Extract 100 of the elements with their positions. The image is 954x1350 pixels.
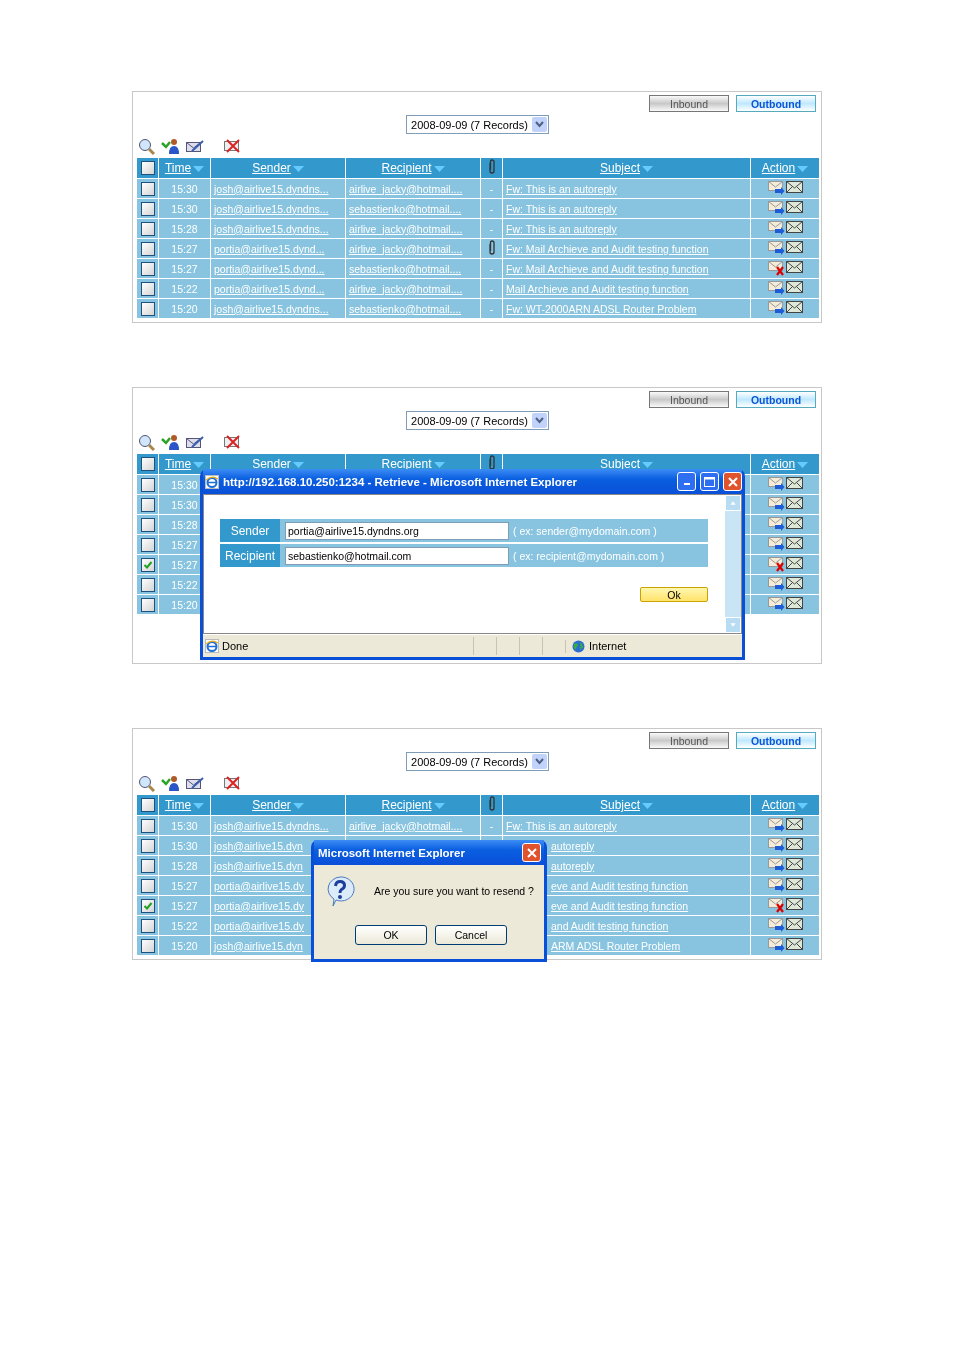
- checkbox[interactable]: [140, 898, 155, 913]
- envelope-icon[interactable]: [785, 938, 803, 950]
- envelope-delete-icon[interactable]: [224, 435, 241, 449]
- tab[interactable]: Inbound: [649, 391, 729, 408]
- checkbox[interactable]: [140, 161, 155, 176]
- envelope-arrow-icon[interactable]: [767, 818, 785, 833]
- envelope-arrow-icon[interactable]: [767, 597, 785, 612]
- subject-link[interactable]: autoreply: [551, 839, 595, 852]
- checkbox[interactable]: [140, 181, 155, 196]
- checkbox[interactable]: [140, 281, 155, 296]
- envelope-arrow-icon[interactable]: [767, 281, 785, 296]
- envelope-icon[interactable]: [785, 181, 803, 193]
- envelope-icon[interactable]: [785, 918, 803, 930]
- user-arrow-icon[interactable]: [161, 434, 180, 450]
- envelope-icon[interactable]: [785, 281, 803, 293]
- checkbox[interactable]: [140, 798, 155, 813]
- envelope-icon[interactable]: [785, 597, 803, 609]
- column-header[interactable]: Sender: [252, 798, 291, 812]
- checkbox[interactable]: [140, 818, 155, 833]
- envelope-icon[interactable]: [785, 838, 803, 850]
- envelope-icon[interactable]: [785, 241, 803, 253]
- envelope-delete-icon[interactable]: [224, 776, 241, 790]
- tab[interactable]: Outbound: [736, 732, 816, 749]
- envelope-icon[interactable]: [785, 858, 803, 870]
- envelope-error-icon[interactable]: [767, 898, 785, 913]
- envelope-icon[interactable]: [785, 497, 803, 509]
- checkbox[interactable]: [140, 597, 155, 612]
- checkbox[interactable]: [140, 858, 155, 873]
- column-header[interactable]: Subject: [600, 457, 640, 471]
- email-field[interactable]: sebastienko@hotmail.com: [285, 546, 509, 565]
- close-button[interactable]: [723, 472, 742, 491]
- caret-icon[interactable]: [531, 754, 547, 769]
- minimize-button[interactable]: [677, 472, 696, 491]
- column-header[interactable]: Subject: [600, 798, 640, 812]
- envelope-icon[interactable]: [785, 557, 803, 569]
- column-header[interactable]: Sender: [252, 161, 291, 175]
- maximize-button[interactable]: [700, 472, 719, 491]
- envelope-icon[interactable]: [785, 261, 803, 273]
- checkbox[interactable]: [140, 301, 155, 316]
- envelope-arrow-icon[interactable]: [767, 201, 785, 216]
- envelope-icon[interactable]: [785, 577, 803, 589]
- envelope-arrow-icon[interactable]: [767, 181, 785, 196]
- date-select[interactable]: 2008-09-09 (7 Records): [406, 411, 549, 430]
- caret-icon[interactable]: [531, 413, 547, 428]
- search-icon[interactable]: [138, 774, 155, 792]
- checkbox[interactable]: [140, 557, 155, 572]
- envelope-arrow-icon[interactable]: [767, 241, 785, 256]
- tab[interactable]: Outbound: [736, 95, 816, 112]
- envelope-arrow-icon[interactable]: [767, 838, 785, 853]
- envelope-arrow-icon[interactable]: [767, 577, 785, 592]
- column-header[interactable]: Sender: [252, 457, 291, 471]
- user-arrow-icon[interactable]: [161, 138, 180, 154]
- close-button[interactable]: [522, 843, 541, 862]
- checkbox[interactable]: [140, 201, 155, 216]
- envelope-arrow-icon[interactable]: [767, 938, 785, 953]
- envelope-pen-icon[interactable]: [186, 435, 204, 449]
- envelope-icon[interactable]: [785, 221, 803, 233]
- envelope-delete-icon[interactable]: [224, 139, 241, 153]
- checkbox[interactable]: [140, 477, 155, 492]
- envelope-icon[interactable]: [785, 201, 803, 213]
- ok-button[interactable]: OK: [355, 925, 427, 945]
- envelope-icon[interactable]: [785, 878, 803, 890]
- envelope-icon[interactable]: [785, 301, 803, 313]
- envelope-pen-icon[interactable]: [186, 139, 204, 153]
- checkbox[interactable]: [140, 221, 155, 236]
- search-icon[interactable]: [138, 137, 155, 155]
- checkbox[interactable]: [140, 517, 155, 532]
- tab[interactable]: Inbound: [649, 732, 729, 749]
- checkbox[interactable]: [140, 938, 155, 953]
- subject-link[interactable]: eve and Audit testing function: [551, 879, 689, 892]
- envelope-arrow-icon[interactable]: [767, 858, 785, 873]
- envelope-arrow-icon[interactable]: [767, 221, 785, 236]
- tab[interactable]: Outbound: [736, 391, 816, 408]
- caret-icon[interactable]: [531, 117, 547, 132]
- cancel-button[interactable]: Cancel: [435, 925, 507, 945]
- envelope-icon[interactable]: [785, 537, 803, 549]
- checkbox[interactable]: [140, 918, 155, 933]
- checkbox[interactable]: [140, 261, 155, 276]
- column-header[interactable]: Subject: [600, 161, 640, 175]
- envelope-arrow-icon[interactable]: [767, 537, 785, 552]
- user-arrow-icon[interactable]: [161, 775, 180, 791]
- email-field[interactable]: portia@airlive15.dyndns.org: [285, 521, 509, 540]
- date-select[interactable]: 2008-09-09 (7 Records): [406, 752, 549, 771]
- checkbox[interactable]: [140, 241, 155, 256]
- envelope-icon[interactable]: [785, 818, 803, 830]
- envelope-arrow-icon[interactable]: [767, 301, 785, 316]
- envelope-arrow-icon[interactable]: [767, 878, 785, 893]
- checkbox[interactable]: [140, 537, 155, 552]
- envelope-arrow-icon[interactable]: [767, 497, 785, 512]
- envelope-arrow-icon[interactable]: [767, 918, 785, 933]
- search-icon[interactable]: [138, 433, 155, 451]
- envelope-error-icon[interactable]: [767, 261, 785, 276]
- checkbox[interactable]: [140, 838, 155, 853]
- checkbox[interactable]: [140, 457, 155, 472]
- envelope-icon[interactable]: [785, 517, 803, 529]
- checkbox[interactable]: [140, 497, 155, 512]
- envelope-pen-icon[interactable]: [186, 776, 204, 790]
- checkbox[interactable]: [140, 577, 155, 592]
- envelope-arrow-icon[interactable]: [767, 517, 785, 532]
- envelope-icon[interactable]: [785, 898, 803, 910]
